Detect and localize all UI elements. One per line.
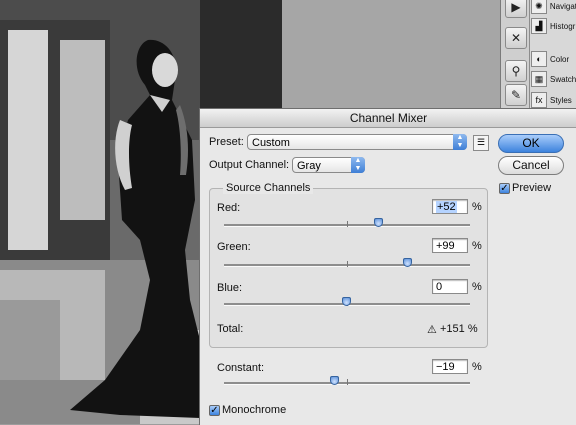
blue-slider-thumb[interactable]: [342, 297, 351, 306]
preset-value: Custom: [252, 137, 290, 149]
green-slider[interactable]: [224, 258, 470, 267]
preset-options-icon[interactable]: ☰: [473, 135, 489, 151]
palette-icon-column: ▶ ✕ ⚲ ✎: [501, 0, 530, 110]
constant-label: Constant:: [217, 362, 265, 374]
blue-slider[interactable]: [224, 297, 470, 306]
palette-item-swatches[interactable]: ▦ Swatch: [531, 69, 576, 89]
blue-input[interactable]: 0: [432, 279, 468, 294]
stamp-icon[interactable]: ⚲: [505, 60, 527, 82]
monochrome-checkbox[interactable]: ✓: [209, 405, 220, 416]
cancel-button[interactable]: Cancel: [498, 156, 564, 175]
green-slider-thumb[interactable]: [402, 258, 412, 267]
ok-button[interactable]: OK: [498, 134, 564, 153]
preview-checkbox[interactable]: ✓: [499, 183, 510, 194]
output-channel-value: Gray: [297, 160, 321, 172]
palette-item-label: Color: [550, 54, 570, 64]
updown-arrows-icon: ▲ ▼: [453, 134, 467, 150]
output-channel-label: Output Channel:: [209, 159, 290, 171]
red-label: Red:: [217, 202, 241, 214]
green-label: Green:: [217, 241, 251, 253]
palette-item-histogram[interactable]: ▟ Histogr: [531, 16, 576, 36]
swatches-icon: ▦: [531, 71, 547, 87]
constant-slider[interactable]: [224, 376, 470, 385]
green-input[interactable]: +99: [432, 238, 468, 253]
monochrome-label: Monochrome: [222, 404, 287, 416]
slider-center-tick: [347, 221, 348, 227]
preset-select[interactable]: Custom ▲ ▼: [247, 134, 467, 150]
constant-slider-thumb[interactable]: [330, 376, 340, 385]
red-input[interactable]: +52: [432, 199, 468, 214]
palette-item-styles[interactable]: fx Styles: [531, 90, 576, 110]
preview-label: Preview: [512, 182, 552, 194]
palette-item-label: Navigat: [549, 1, 576, 11]
total-warning-icon: ⚠: [427, 324, 437, 336]
tools-icon[interactable]: ✕: [505, 27, 527, 49]
red-value: +52: [436, 201, 457, 213]
history-brush-icon[interactable]: ✎: [505, 84, 527, 106]
palette-item-label: Swatch: [550, 74, 576, 84]
updown-arrows-icon: ▲ ▼: [351, 157, 365, 173]
total-value: +151 %: [440, 323, 478, 335]
palette-item-label: Styles: [550, 95, 572, 105]
red-slider[interactable]: [224, 218, 470, 227]
histogram-icon: ▟: [531, 18, 547, 34]
palette-item-color[interactable]: ◐ Color: [531, 49, 576, 69]
output-channel-select[interactable]: Gray ▲ ▼: [292, 157, 365, 173]
play-icon[interactable]: ▶: [505, 0, 527, 18]
red-percent: %: [472, 201, 482, 213]
slider-center-tick: [347, 379, 348, 385]
source-channels-title: Source Channels: [223, 182, 314, 194]
slider-center-tick: [347, 261, 348, 267]
constant-input[interactable]: −19: [432, 359, 468, 374]
dialog-title: Channel Mixer: [200, 109, 576, 128]
color-icon: ◐: [531, 51, 547, 67]
blue-label: Blue:: [217, 282, 243, 294]
preset-label: Preset:: [209, 136, 244, 148]
constant-percent: %: [472, 361, 482, 373]
total-label: Total:: [217, 323, 244, 335]
palette-item-navigator[interactable]: ✺ Navigat: [531, 0, 576, 16]
red-slider-thumb[interactable]: [373, 218, 383, 227]
styles-icon: fx: [531, 92, 547, 108]
palette-item-label: Histogr: [550, 21, 576, 31]
blue-percent: %: [472, 281, 482, 293]
green-percent: %: [472, 240, 482, 252]
navigator-icon: ✺: [531, 0, 547, 14]
palette-dock: ▶ ✕ ⚲ ✎ ✺ Navigat ▟ Histogr ◐ Color ▦ Sw…: [500, 0, 576, 110]
